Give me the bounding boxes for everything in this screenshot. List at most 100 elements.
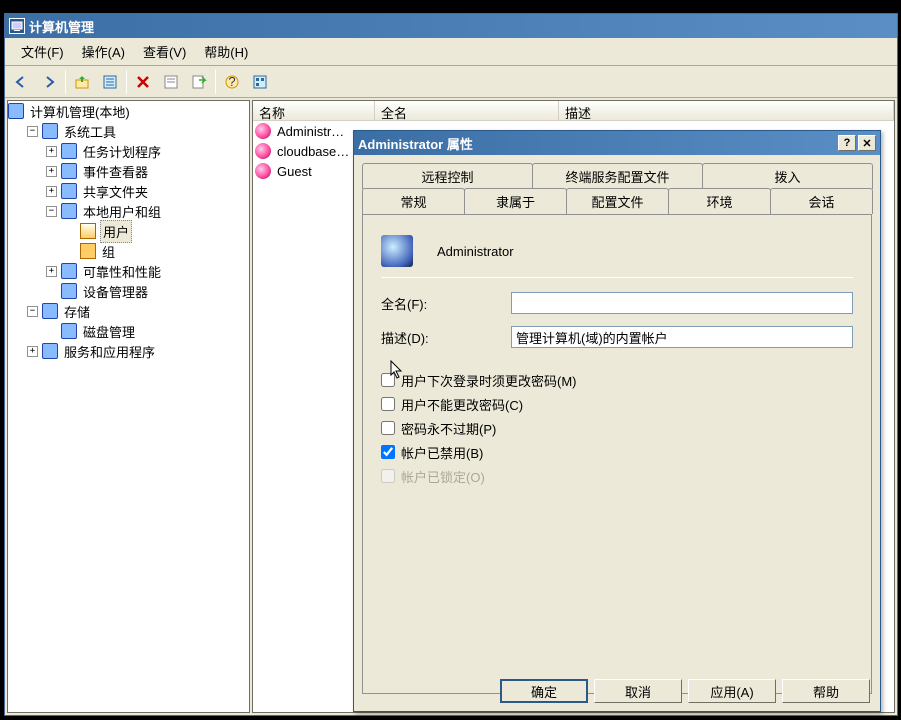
collapse-icon[interactable]: − [27,126,38,137]
tab-sessions[interactable]: 会话 [770,188,873,214]
checkbox[interactable] [381,421,395,435]
checkbox[interactable] [381,397,395,411]
user-icon [255,143,271,159]
description-label: 描述(D): [381,328,511,347]
tree-shared-folders[interactable]: 共享文件夹 [81,181,150,202]
tab-control: 远程控制 终端服务配置文件 拨入 常规 隶属于 配置文件 环境 会话 Admin… [362,163,872,687]
help-button[interactable]: 帮助 [782,679,870,703]
users-icon [61,203,77,219]
check-disabled[interactable]: 帐户已禁用(B) [381,440,853,464]
column-fullname[interactable]: 全名 [375,101,559,120]
collapse-icon[interactable]: − [46,206,57,217]
column-description[interactable]: 描述 [559,101,894,120]
dialog-buttons: 确定 取消 应用(A) 帮助 [500,679,870,703]
computer-icon [8,103,24,119]
tree-reliability[interactable]: 可靠性和性能 [81,261,163,282]
menubar: 文件(F) 操作(A) 查看(V) 帮助(H) [5,38,897,66]
tree-local-users-groups[interactable]: 本地用户和组 [81,201,163,222]
tree-task-scheduler[interactable]: 任务计划程序 [81,141,163,162]
perf-icon [61,263,77,279]
disk-icon [61,323,77,339]
device-icon [61,283,77,299]
titlebar[interactable]: 计算机管理 [5,14,897,38]
share-icon [61,183,77,199]
ok-button[interactable]: 确定 [500,679,588,703]
tab-profile[interactable]: 配置文件 [566,188,669,214]
help-button[interactable]: ? [218,68,246,96]
check-locked: 帐户已锁定(O) [381,464,853,488]
clock-icon [61,143,77,159]
separator [381,277,853,278]
expand-icon[interactable]: + [46,146,57,157]
refresh-button[interactable] [157,68,185,96]
event-icon [61,163,77,179]
list-header: 名称 全名 描述 [253,101,894,121]
expand-icon[interactable]: + [27,346,38,357]
tree-storage[interactable]: 存储 [62,301,92,322]
checkbox[interactable] [381,373,395,387]
tools-icon [42,123,58,139]
check-must-change[interactable]: 用户下次登录时须更改密码(M) [381,368,853,392]
cell-name: Guest [273,164,316,179]
fullname-input[interactable] [511,292,853,314]
storage-icon [42,303,58,319]
window-title: 计算机管理 [29,17,94,36]
tree-services-apps[interactable]: 服务和应用程序 [62,341,157,362]
cancel-button[interactable]: 取消 [594,679,682,703]
tab-environment[interactable]: 环境 [668,188,771,214]
export-button[interactable] [185,68,213,96]
tree-device-manager[interactable]: 设备管理器 [81,281,150,302]
check-never-expires[interactable]: 密码永不过期(P) [381,416,853,440]
tab-member-of[interactable]: 隶属于 [464,188,567,214]
folder-icon [80,223,96,239]
tab-general[interactable]: 常规 [362,188,465,214]
services-icon [42,343,58,359]
tree-pane[interactable]: 计算机管理(本地) − 系统工具 + 任务计划程序 + 事件查看器 + 共享文件夹 − 本… [7,100,250,713]
svg-text:?: ? [228,74,235,89]
expand-icon[interactable]: + [46,166,57,177]
cell-name: cloudbase… [273,144,353,159]
forward-button[interactable] [35,68,63,96]
tree-disk-management[interactable]: 磁盘管理 [81,321,137,342]
menu-file[interactable]: 文件(F) [13,38,72,65]
view-button[interactable] [246,68,274,96]
user-name-label: Administrator [437,244,514,259]
check-cannot-change[interactable]: 用户不能更改密码(C) [381,392,853,416]
dialog-title: Administrator 属性 [358,134,473,153]
tree-event-viewer[interactable]: 事件查看器 [81,161,150,182]
menu-action[interactable]: 操作(A) [74,38,133,65]
folder-icon [80,243,96,259]
fullname-label: 全名(F): [381,294,511,313]
column-name[interactable]: 名称 [253,101,375,120]
tree-groups[interactable]: 组 [100,241,117,262]
back-button[interactable] [7,68,35,96]
expand-icon[interactable]: + [46,186,57,197]
dialog-titlebar[interactable]: Administrator 属性 ? ✕ [354,131,880,155]
help-button[interactable]: ? [838,135,856,151]
tree-users[interactable]: 用户 [100,220,132,243]
checkbox[interactable] [381,445,395,459]
tree-system-tools[interactable]: 系统工具 [62,121,118,142]
tab-remote-control[interactable]: 远程控制 [362,163,533,189]
toolbar-separator [215,70,216,94]
user-icon [255,163,271,179]
tab-dialin[interactable]: 拨入 [702,163,873,189]
tab-ts-profile[interactable]: 终端服务配置文件 [532,163,703,189]
user-icon [255,123,271,139]
description-input[interactable] [511,326,853,348]
toolbar-separator [126,70,127,94]
close-button[interactable]: ✕ [858,135,876,151]
expand-icon[interactable]: + [46,266,57,277]
menu-help[interactable]: 帮助(H) [196,38,256,65]
delete-button[interactable] [129,68,157,96]
menu-view[interactable]: 查看(V) [135,38,194,65]
apply-button[interactable]: 应用(A) [688,679,776,703]
app-icon [9,18,25,34]
cell-name: Administr… [273,124,348,139]
tab-panel-general: Administrator 全名(F): 描述(D): 用户下次登录时须更改密码… [362,214,872,694]
properties-button[interactable] [96,68,124,96]
collapse-icon[interactable]: − [27,306,38,317]
tree-root[interactable]: 计算机管理(本地) [28,101,132,122]
up-button[interactable] [68,68,96,96]
toolbar-separator [65,70,66,94]
